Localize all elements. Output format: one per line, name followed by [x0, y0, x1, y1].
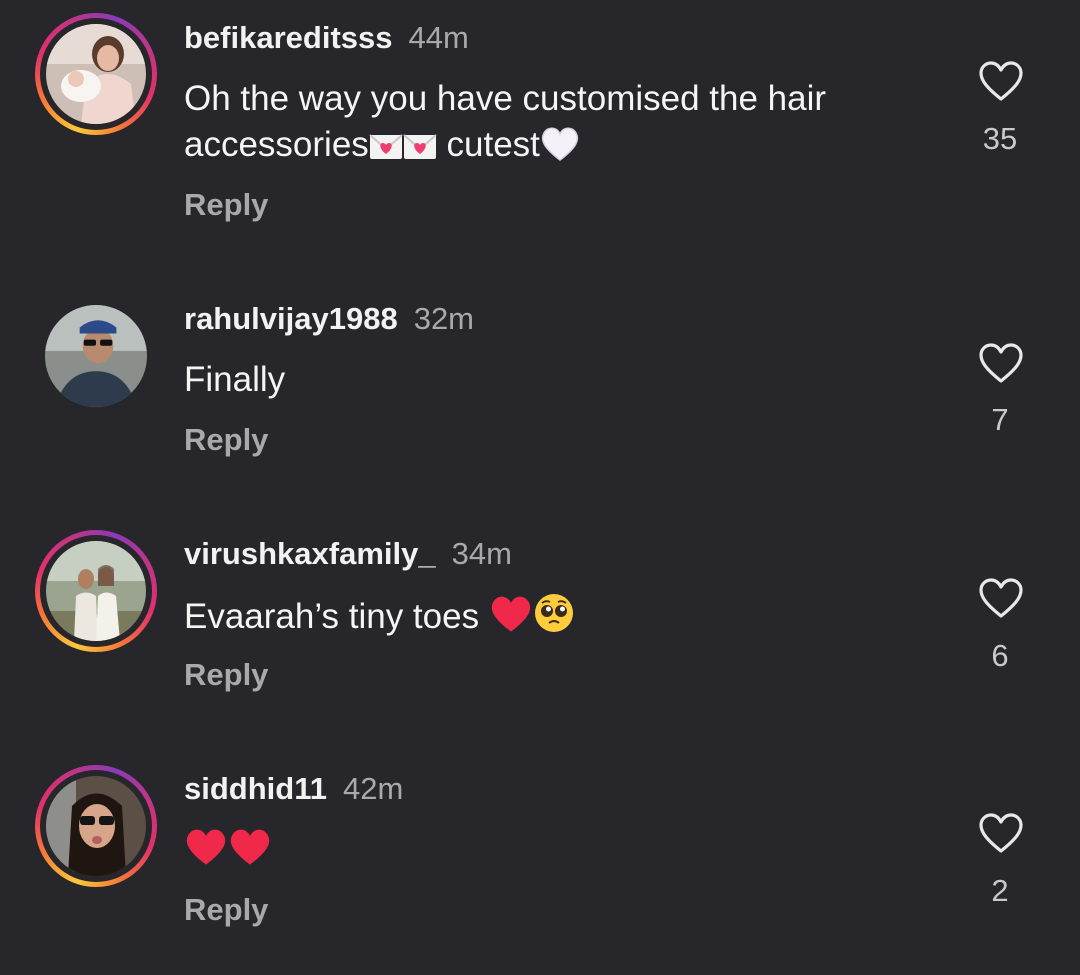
comment-text: Oh the way you have customised the hair … — [184, 76, 924, 174]
avatar[interactable] — [35, 765, 157, 887]
like-count: 2 — [991, 873, 1009, 908]
comment-text — [184, 827, 924, 879]
red-heart-emoji — [184, 827, 228, 879]
heart-outline-icon[interactable] — [978, 812, 1024, 854]
comment-header: befikareditsss 44m — [184, 19, 469, 57]
heart-outline-icon[interactable] — [978, 342, 1024, 384]
like-count: 6 — [991, 638, 1009, 673]
white-heart-emoji — [540, 126, 580, 174]
like-count: 35 — [982, 121, 1018, 156]
timestamp: 44m — [408, 20, 469, 55]
red-heart-emoji — [228, 827, 272, 879]
username[interactable]: siddhid11 — [184, 771, 327, 806]
comment-header: siddhid11 42m — [184, 770, 403, 808]
like-count: 7 — [991, 402, 1009, 437]
username[interactable]: befikareditsss — [184, 20, 393, 55]
comment-text: Finally — [184, 360, 286, 399]
timestamp: 42m — [342, 771, 404, 806]
reply-button[interactable]: Reply — [184, 186, 268, 224]
reply-button[interactable]: Reply — [184, 891, 268, 929]
love-letter-emoji — [403, 128, 437, 174]
heart-outline-icon[interactable] — [978, 577, 1024, 619]
comment-header: rahulvijay1988 32m — [184, 300, 474, 338]
red-heart-emoji — [489, 594, 533, 646]
avatar[interactable] — [45, 305, 147, 407]
comment-text: Evaarah’s tiny toes — [184, 592, 924, 646]
avatar[interactable] — [35, 530, 157, 652]
reply-button[interactable]: Reply — [184, 421, 268, 459]
pleading-face-emoji — [533, 592, 575, 646]
avatar-photo — [46, 24, 146, 124]
timestamp: 32m — [413, 301, 475, 336]
heart-outline-icon[interactable] — [978, 60, 1024, 102]
avatar-photo — [46, 541, 146, 641]
username[interactable]: virushkaxfamily_ — [184, 536, 436, 571]
reply-button[interactable]: Reply — [184, 656, 268, 694]
avatar-photo — [46, 776, 146, 876]
love-letter-emoji — [369, 128, 403, 174]
avatar[interactable] — [35, 13, 157, 135]
avatar-photo — [45, 305, 147, 407]
comment-header: virushkaxfamily_ 34m — [184, 535, 512, 573]
timestamp: 34m — [451, 536, 512, 571]
username[interactable]: rahulvijay1988 — [184, 301, 398, 336]
